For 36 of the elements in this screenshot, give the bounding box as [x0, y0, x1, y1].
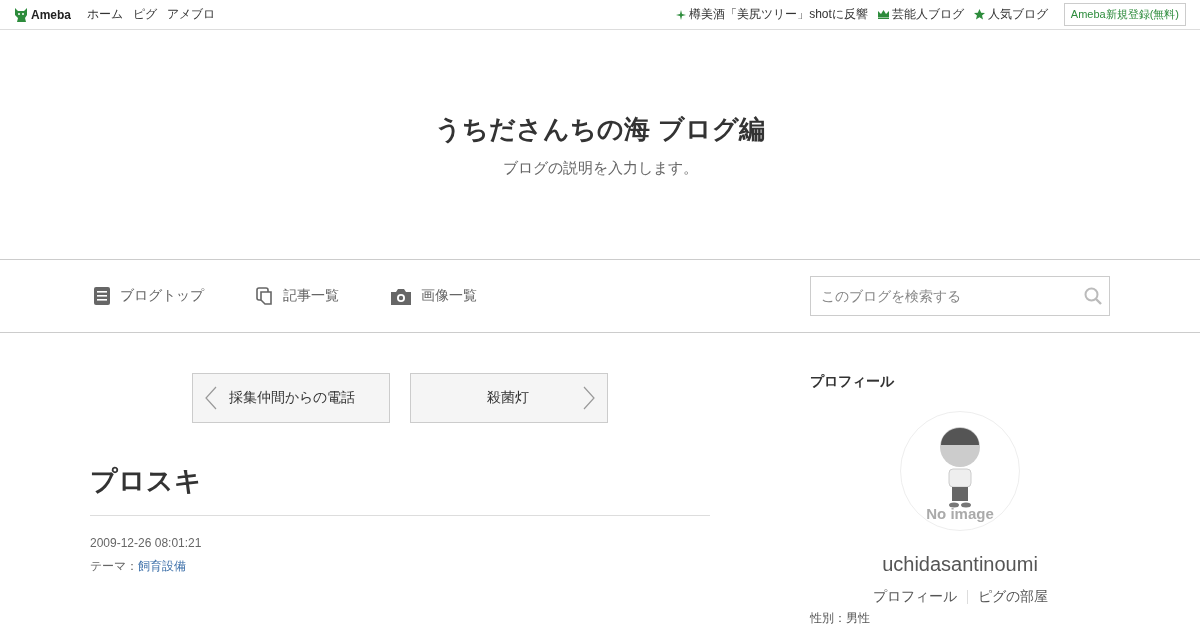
- menu-link[interactable]: 記事一覧: [256, 287, 339, 305]
- sparkle-icon: [676, 9, 687, 20]
- menu-link[interactable]: ブログトップ: [94, 287, 204, 305]
- search-icon[interactable]: [1084, 287, 1102, 305]
- profile-link[interactable]: プロフィール: [872, 588, 957, 606]
- register-button[interactable]: Ameba新規登録(無料): [1063, 3, 1186, 26]
- chevron-left-icon: [205, 386, 217, 410]
- entry-date: 2009-12-26 08:01:21: [90, 536, 203, 550]
- document-icon: [94, 287, 110, 305]
- header-link[interactable]: 芸能人ブログ: [877, 6, 964, 23]
- crown-icon: [877, 10, 889, 19]
- camera-icon: [391, 287, 411, 305]
- header-link[interactable]: 人気ブログ: [973, 6, 1048, 23]
- theme-label: テーマ：: [90, 559, 138, 573]
- nav-link[interactable]: ピグ: [133, 6, 157, 23]
- nav-link[interactable]: アメブロ: [167, 6, 215, 23]
- entry-title[interactable]: プロスキ: [90, 463, 710, 516]
- profile-heading: プロフィール: [810, 373, 894, 391]
- next-entry-button[interactable]: 殺菌灯: [410, 373, 608, 423]
- profile-name[interactable]: uchidasantinoumi: [882, 553, 1038, 576]
- blog-title[interactable]: うちださんちの海 ブログ編: [435, 111, 765, 147]
- copy-icon: [256, 287, 273, 305]
- profile-detail: 性別：男性: [810, 610, 870, 627]
- ameba-logo[interactable]: Ameba: [14, 6, 71, 23]
- profile-link[interactable]: ピグの部屋: [977, 588, 1048, 606]
- link-text: 人気ブログ: [987, 6, 1048, 23]
- search-field[interactable]: このブログを検索する: [810, 276, 1110, 316]
- chevron-right-icon: [583, 386, 595, 410]
- previous-entry-button[interactable]: 採集仲間からの電話: [192, 373, 390, 423]
- theme-link[interactable]: 飼育設備: [138, 559, 186, 573]
- link-text: 芸能人ブログ: [891, 6, 964, 23]
- blog-description: ブログの説明を入力します。: [502, 158, 698, 178]
- menu-link[interactable]: 画像一覧: [391, 287, 477, 305]
- nav-link[interactable]: ホーム: [87, 6, 123, 23]
- star-icon: [973, 9, 985, 20]
- logo-icon: [14, 6, 28, 23]
